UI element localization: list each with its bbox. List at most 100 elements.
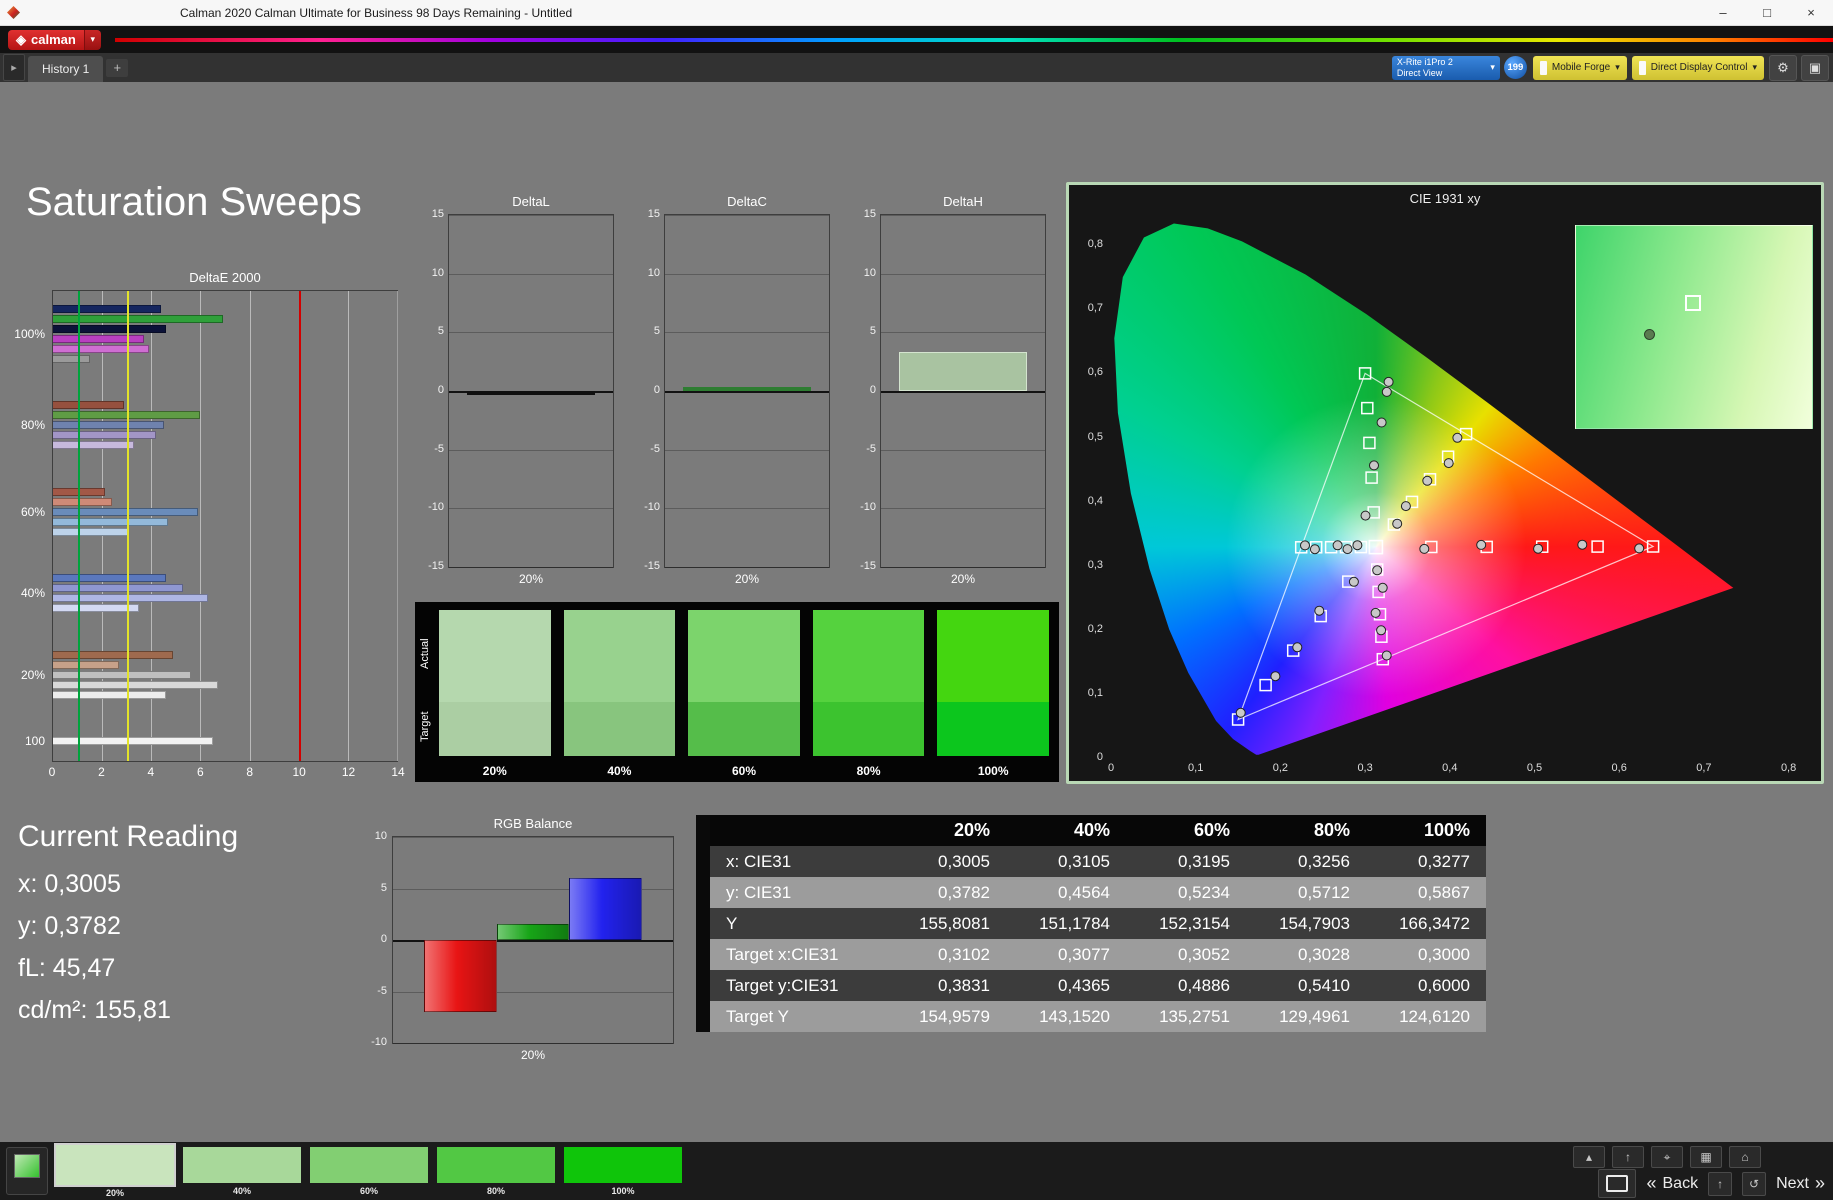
group-label: 40%: [20, 586, 45, 601]
plot-area: [449, 215, 613, 568]
actual-target-patch-strip: Actual Target 20% 40% 60% 80% 100%: [415, 602, 1059, 782]
value-cell: 0,3000: [1418, 945, 1470, 964]
green-bar: [496, 923, 570, 940]
pattern-thumbnail[interactable]: 20%: [54, 1143, 176, 1198]
actual-swatch: [812, 610, 925, 702]
double-chevron-left-icon: «: [1646, 1173, 1657, 1193]
gridline: [881, 215, 1045, 216]
pattern-thumbnail[interactable]: 80%: [437, 1147, 555, 1196]
header-cell: 80%: [1246, 815, 1366, 846]
reference-line: [77, 291, 80, 761]
probe-button[interactable]: ⌖: [1651, 1146, 1683, 1168]
x-tick-label: 0,7: [1696, 762, 1712, 774]
gridline: [881, 508, 1045, 510]
y-tick-label: 0,5: [1087, 430, 1103, 443]
bar-group: 100%: [14, 305, 397, 363]
x-tick-label: 4: [147, 765, 155, 779]
back-label: Back: [1662, 1174, 1699, 1192]
x-tick-label: 0,4: [1442, 762, 1458, 774]
color-patch: [812, 610, 925, 756]
red-bar: [423, 940, 497, 1013]
row-label: Target Y: [726, 1007, 790, 1026]
rgb-balance-chart: RGB Balance 10 5 0 -5 -10 20%: [352, 816, 674, 1062]
gridline: [449, 508, 613, 510]
header-cell: [710, 815, 886, 846]
pattern-thumbnail[interactable]: 40%: [183, 1147, 301, 1196]
page-title: Saturation Sweeps: [26, 180, 362, 224]
bar: [53, 650, 174, 659]
x-axis-label: 20%: [734, 572, 760, 586]
reading-cdm2: cd/m²: 155,81: [18, 996, 171, 1024]
next-label: Next: [1776, 1174, 1809, 1192]
deltal-chart: DeltaL 15 10 5 0 -5 -10 -15 20%: [418, 194, 614, 586]
display-control-button[interactable]: Direct Display Control ▾: [1631, 55, 1764, 80]
meter-button[interactable]: X-Rite i1Pro 2 Direct View ▾: [1391, 55, 1500, 80]
patch-label: 100%: [977, 764, 1009, 778]
value-cell: 0,3195: [1178, 852, 1230, 871]
bar: [53, 401, 125, 410]
layout-button[interactable]: ▣: [1801, 54, 1829, 81]
maximize-button[interactable]: □: [1745, 0, 1789, 25]
meter-line2: Direct View: [1396, 67, 1443, 78]
table-header-row: 20% 40% 60% 80% 100%: [710, 815, 1486, 846]
x-tick-label: 0,8: [1780, 762, 1797, 774]
y-tick-label: 0,6: [1087, 366, 1103, 379]
calman-diamond-icon: ◈: [16, 31, 26, 47]
gridline: [881, 273, 1045, 275]
y-tick-label: 15: [863, 208, 876, 220]
y-tick-label: 15: [431, 208, 444, 220]
app-icon: [7, 6, 20, 19]
page-up-button[interactable]: ↑: [1708, 1171, 1733, 1196]
close-button[interactable]: ×: [1789, 0, 1833, 25]
layout-icon: ▣: [1808, 59, 1822, 75]
target-swatch: [439, 702, 551, 756]
arrow-up-button[interactable]: ↑: [1612, 1146, 1644, 1168]
value-cell: 152,3154: [1159, 914, 1230, 933]
gamepad-button[interactable]: ▦: [1690, 1146, 1722, 1168]
next-button[interactable]: Next »: [1776, 1173, 1825, 1194]
chart-title: RGB Balance: [493, 816, 573, 831]
calman-logo[interactable]: ◈ calman: [8, 29, 84, 50]
tab-history-1[interactable]: History 1: [28, 56, 104, 82]
home-button[interactable]: ⌂: [1729, 1146, 1761, 1168]
header-cell: 40%: [1006, 815, 1126, 846]
logo-menu-button[interactable]: ▾: [83, 29, 101, 50]
bar-group: 100: [25, 734, 397, 748]
color-patch: [563, 610, 676, 756]
deltah-chart: DeltaH 15 10 5 0 -5 -10 -15 20%: [850, 194, 1046, 586]
gridline: [665, 508, 829, 510]
pattern-window-button[interactable]: [6, 1147, 48, 1195]
bar: [53, 421, 164, 430]
bar: [53, 325, 167, 333]
row-label: Target y:CIE31: [726, 976, 839, 995]
table-row: x: CIE31 0,3005 0,3105 0,3195 0,3256 0,3277: [710, 846, 1486, 877]
tab-scroll-button[interactable]: ▸: [3, 54, 25, 81]
value-cell: 143,1520: [1039, 1007, 1110, 1026]
x-tick-label: 10: [292, 765, 306, 779]
add-tab-button[interactable]: +: [106, 58, 129, 77]
eject-button[interactable]: ▴: [1573, 1146, 1605, 1168]
back-button[interactable]: « Back: [1646, 1173, 1698, 1194]
x-tick-label: 0,6: [1611, 762, 1627, 774]
settings-button[interactable]: ⚙: [1769, 54, 1797, 81]
pattern-thumbnail[interactable]: 100%: [564, 1147, 682, 1196]
x-tick-label: 14: [391, 765, 405, 779]
x-tick-label: 6: [196, 765, 204, 779]
minimize-button[interactable]: –: [1701, 0, 1745, 25]
bottom-bar: 20% 40% 60% 80% 100% ▴ ↑ ⌖ ▦ ⌂ « Back ↑ ↺ Ne…: [0, 1142, 1833, 1200]
color-patch: [439, 610, 551, 756]
y-tick-label: -5: [650, 442, 660, 455]
refresh-button[interactable]: ↺: [1742, 1171, 1767, 1196]
aux-buttons: ▴ ↑ ⌖ ▦ ⌂: [1573, 1146, 1761, 1168]
pattern-swatch: [310, 1147, 428, 1183]
pattern-thumbnail[interactable]: 60%: [310, 1147, 428, 1196]
value-cell: 0,4365: [1058, 976, 1110, 995]
pattern-source-button[interactable]: Mobile Forge ▾: [1532, 55, 1627, 80]
display-pattern-button[interactable]: [1598, 1169, 1637, 1198]
y-tick-label: 0,7: [1087, 302, 1103, 315]
x-axis-label: 20%: [518, 572, 544, 586]
gridline: [665, 332, 829, 334]
y-tick-label: 0: [437, 384, 444, 396]
refresh-icon: ↺: [1749, 1176, 1760, 1191]
header-cell: 20%: [886, 815, 1006, 846]
